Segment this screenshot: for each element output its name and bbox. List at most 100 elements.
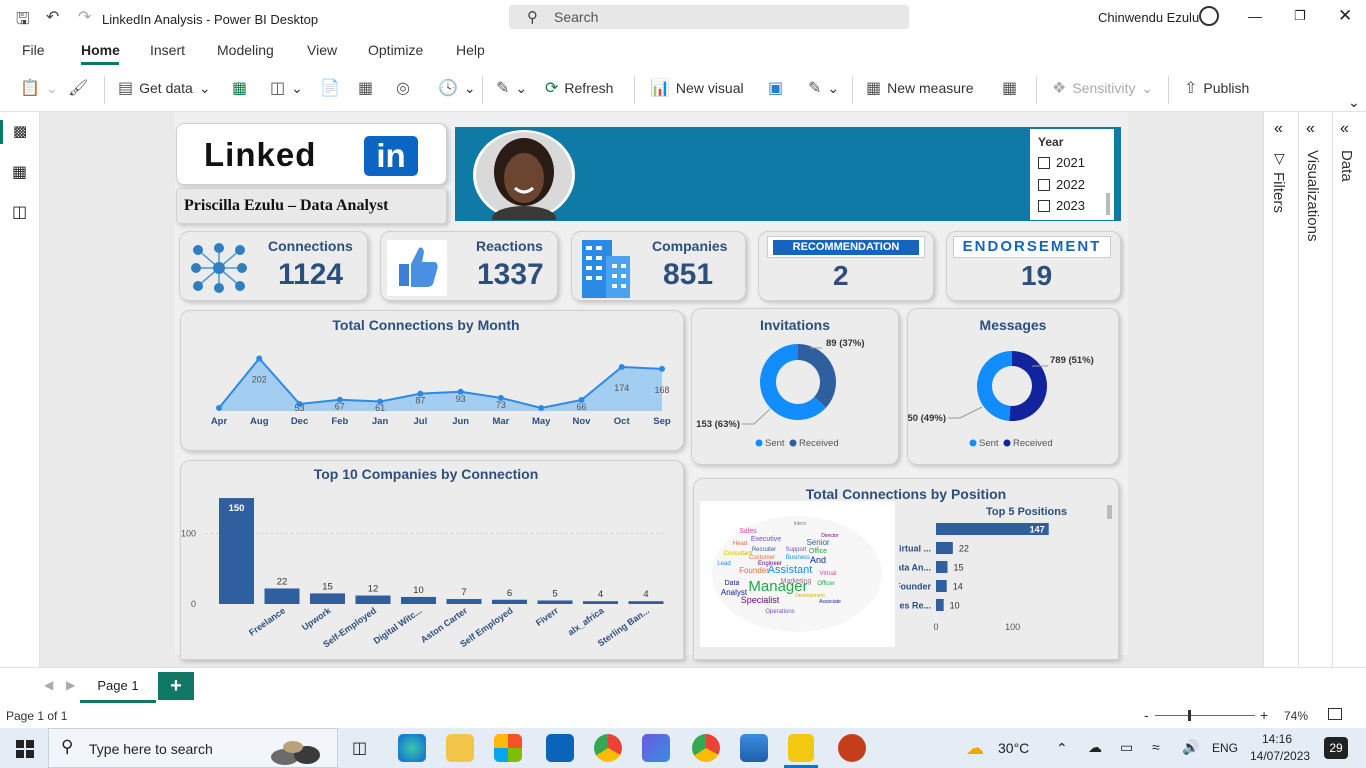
filters-pane-label[interactable]: Filters	[1270, 172, 1287, 213]
slicer-item-2023[interactable]: 2023	[1038, 198, 1085, 213]
zoom-slider[interactable]	[1155, 715, 1255, 716]
report-page: Linked in Priscilla Ezulu – Data Analyst…	[175, 112, 1128, 660]
bar-data-label: 4	[598, 589, 603, 600]
menu-optimize[interactable]: Optimize	[368, 42, 423, 58]
slicer-scrollbar[interactable]	[1106, 193, 1110, 215]
zoom-slider-thumb[interactable]	[1188, 710, 1191, 721]
sql-icon: 📄	[320, 80, 340, 97]
sensitivity-button[interactable]: ❖ Sensitivity ⌄	[1052, 78, 1153, 98]
data-pane-label[interactable]: Data	[1338, 150, 1355, 182]
menu-help[interactable]: Help	[456, 42, 485, 58]
top-companies-visual[interactable]: Top 10 Companies by Connection 100 0 150 22…	[180, 460, 684, 660]
collapse-filters-icon[interactable]: «	[1274, 120, 1283, 138]
onedrive-icon[interactable]: ☁	[1088, 739, 1102, 756]
menu-modeling[interactable]: Modeling	[217, 42, 274, 58]
taskbar-search[interactable]: ⚲ Type here to search	[48, 728, 338, 768]
edge-icon[interactable]	[398, 734, 426, 762]
save-icon[interactable]: 🖫	[16, 8, 30, 35]
format-painter-button[interactable]: 🖌	[68, 78, 88, 98]
page-tabs-bar: ◀ ▶ Page 1 +	[0, 667, 1366, 705]
minimize-icon[interactable]: —	[1248, 8, 1262, 24]
mail-icon[interactable]	[546, 734, 574, 762]
word-cloud-word: Founder	[739, 566, 769, 575]
zoom-in-icon[interactable]: +	[1260, 707, 1268, 723]
collapse-ribbon-icon[interactable]: ⌄	[1348, 94, 1360, 111]
file-explorer-icon[interactable]	[446, 734, 474, 762]
paste-button[interactable]: 📋 ⌄	[20, 78, 58, 98]
notification-badge[interactable]: 29	[1324, 737, 1348, 759]
word-cloud-word: Lead	[717, 561, 730, 567]
clock-time[interactable]: 14:16	[1262, 732, 1292, 746]
battery-icon[interactable]: ▭	[1120, 739, 1133, 756]
wifi-icon[interactable]: ≈	[1152, 739, 1160, 755]
data-hub-button[interactable]: ◫ ⌄	[270, 78, 303, 98]
messages-visual[interactable]: Messages 750 (49%)789 (51%)SentReceived	[907, 308, 1119, 465]
collapse-data-icon[interactable]: «	[1340, 120, 1349, 138]
show-hidden-icons[interactable]: ⌃	[1056, 740, 1068, 757]
tab-page-1[interactable]: Page 1	[80, 668, 156, 703]
weather-icon[interactable]: ☁	[966, 738, 984, 759]
slicer-item-2021[interactable]: 2021	[1038, 155, 1085, 170]
redo-icon[interactable]: ↷	[78, 7, 91, 27]
excel-button[interactable]: ▦	[232, 78, 247, 98]
table-icon: ▦	[358, 80, 374, 97]
collapse-visualizations-icon[interactable]: «	[1306, 120, 1315, 138]
restore-icon[interactable]: ❐	[1294, 8, 1306, 24]
undo-icon[interactable]: ↶	[46, 7, 59, 27]
area-data-label: 53	[295, 403, 305, 413]
text-box-button[interactable]: ▣	[768, 78, 783, 98]
clock-date[interactable]: 14/07/2023	[1250, 749, 1310, 763]
visualizations-pane-label[interactable]: Visualizations	[1304, 150, 1321, 241]
chrome-icon[interactable]	[594, 734, 622, 762]
menu-view[interactable]: View	[307, 42, 337, 58]
photos-icon[interactable]	[740, 734, 768, 762]
prev-page-icon[interactable]: ◀	[44, 678, 53, 692]
dataverse-button[interactable]: ◎	[396, 78, 410, 98]
sql-button[interactable]: 📄	[320, 78, 340, 98]
invitations-visual[interactable]: Invitations 153 (63%) 89 (37%) Sent Receive…	[691, 308, 899, 465]
store-icon[interactable]	[494, 734, 522, 762]
get-data-button[interactable]: ▤ Get data ⌄	[118, 78, 211, 98]
search-box[interactable]: ⚲ Search	[509, 5, 909, 29]
x-tick-label: 100	[1005, 622, 1020, 632]
table-view-icon[interactable]: ▦	[12, 162, 27, 182]
enter-data-button[interactable]: ▦	[358, 78, 373, 98]
power-bi-icon[interactable]	[788, 734, 814, 762]
right-panes: « ▽ Filters « Visualizations « Data	[1263, 112, 1366, 667]
connections-by-position-visual[interactable]: Total Connections by Position Manager Ass…	[693, 478, 1119, 660]
report-view-icon[interactable]: ▩	[13, 122, 27, 140]
sensitivity-icon: ❖	[1052, 80, 1067, 97]
menu-file[interactable]: File	[22, 42, 45, 58]
account-icon[interactable]	[1199, 6, 1219, 26]
more-visuals-button[interactable]: ✎ ⌄	[808, 78, 839, 98]
transform-data-button[interactable]: ✎ ⌄	[496, 78, 527, 98]
weather-temp[interactable]: 30°C	[998, 740, 1029, 756]
connections-by-month-visual[interactable]: Total Connections by Month Apr 202 Aug 53 De…	[180, 310, 684, 451]
legend-marker	[755, 439, 763, 447]
zoom-out-icon[interactable]: -	[1144, 707, 1149, 723]
add-page-button[interactable]: +	[158, 672, 194, 700]
menu-home[interactable]: Home	[81, 42, 120, 58]
user-name[interactable]: Chinwendu Ezulu	[1098, 10, 1199, 25]
windows-start-icon[interactable]	[16, 740, 34, 758]
model-view-icon[interactable]: ◫	[12, 202, 27, 222]
publish-button[interactable]: ⇧ Publish	[1184, 78, 1249, 98]
refresh-button[interactable]: ⟳ Refresh	[545, 78, 613, 98]
copilot-icon[interactable]	[642, 734, 670, 762]
chrome-profile-icon[interactable]	[692, 734, 720, 762]
view-rail: ▩ ▦ ◫	[0, 112, 40, 667]
quick-measure-button[interactable]: ▦	[1002, 78, 1017, 98]
menu-insert[interactable]: Insert	[150, 42, 185, 58]
fit-to-page-icon[interactable]	[1328, 708, 1342, 720]
close-icon[interactable]: ✕	[1338, 6, 1352, 26]
volume-icon[interactable]: 🔊	[1182, 739, 1199, 756]
language-indicator[interactable]: ENG	[1212, 741, 1238, 755]
slicer-item-2022[interactable]: 2022	[1038, 177, 1085, 192]
next-page-icon[interactable]: ▶	[66, 678, 75, 692]
task-view-icon[interactable]: ◫	[352, 738, 367, 758]
top-positions-bar-chart: 147 22 Virtual ... 15 Data An... 14 Founder 10 S…	[899, 523, 1049, 632]
new-measure-button[interactable]: ▦ New measure	[866, 78, 974, 98]
powerpoint-icon[interactable]	[838, 734, 866, 762]
recent-sources-button[interactable]: 🕓 ⌄	[438, 78, 476, 98]
new-visual-button[interactable]: 📊 New visual	[650, 78, 744, 98]
